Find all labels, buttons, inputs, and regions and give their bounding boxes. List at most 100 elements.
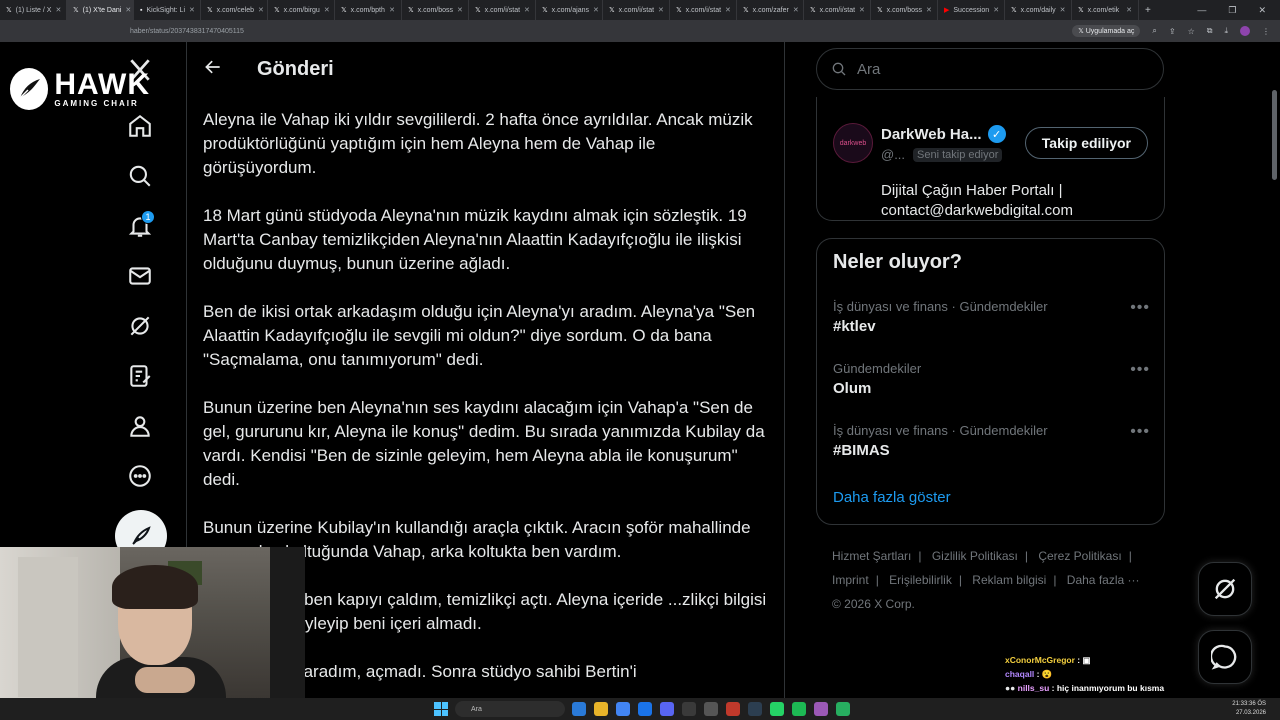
footer-link-imprint[interactable]: Imprint xyxy=(832,573,869,587)
back-arrow-icon[interactable] xyxy=(203,57,223,82)
close-icon[interactable]: ✕ xyxy=(189,6,195,14)
tab-x[interactable]: 𝕏x.com/bpth ✕ xyxy=(335,0,402,20)
url-text[interactable]: haber/status/2037438317470405115 xyxy=(130,28,244,35)
taskbar-app-icon[interactable] xyxy=(638,702,652,716)
nav-profile[interactable] xyxy=(115,404,165,448)
tab-x[interactable]: 𝕏x.com/i/stat ✕ xyxy=(469,0,536,20)
nav-messages[interactable] xyxy=(115,254,165,298)
hawk-wordmark: HAWK GAMING CHAIR xyxy=(54,70,150,108)
download-icon[interactable]: ⤓ xyxy=(1224,26,1228,36)
account-avatar[interactable]: darkweb xyxy=(833,123,873,163)
footer-link-terms[interactable]: Hizmet Şartları xyxy=(832,549,911,563)
close-icon[interactable]: ✕ xyxy=(389,6,395,14)
x-logo-icon: 𝕏 xyxy=(542,7,548,14)
close-icon[interactable]: ✕ xyxy=(926,6,932,14)
footer-link-privacy[interactable]: Gizlilik Politikası xyxy=(932,549,1018,563)
footer-row: Hizmet Şartları | Gizlilik Politikası | Çe… xyxy=(832,544,1152,568)
taskbar-app-icon[interactable] xyxy=(682,702,696,716)
taskbar-search[interactable]: Ara xyxy=(455,701,565,717)
extensions-icon[interactable]: ⧉ xyxy=(1207,26,1213,36)
zoom-icon[interactable]: ⌕ xyxy=(1152,26,1156,36)
spotify-icon[interactable] xyxy=(792,702,806,716)
close-icon[interactable]: ✕ xyxy=(524,6,530,14)
tab-x[interactable]: 𝕏x.com/ajans ✕ xyxy=(536,0,603,20)
taskbar-app-icon[interactable] xyxy=(748,702,762,716)
account-name[interactable]: DarkWeb Ha... ✓ xyxy=(881,125,1006,143)
nav-grok[interactable] xyxy=(115,304,165,348)
tab-kicksight[interactable]: ▪ KickSight: Li ✕ xyxy=(134,0,201,20)
tab-x[interactable]: 𝕏x.com/daily ✕ xyxy=(1005,0,1072,20)
tab-x[interactable]: 𝕏x.com/celeb ✕ xyxy=(201,0,268,20)
tab-x[interactable]: 𝕏x.com/i/stat ✕ xyxy=(804,0,871,20)
close-icon[interactable]: ✕ xyxy=(859,6,865,14)
bookmark-star-icon[interactable]: ☆ xyxy=(1188,27,1195,36)
nav-explore[interactable] xyxy=(115,154,165,198)
close-icon[interactable]: ✕ xyxy=(1060,6,1066,14)
close-icon[interactable]: ✕ xyxy=(457,6,463,14)
tab-x[interactable]: 𝕏x.com/i/stat ✕ xyxy=(603,0,670,20)
windows-taskbar: Ara 21:33:36 ÖS 27.03.2026 xyxy=(0,698,1280,720)
discord-icon[interactable] xyxy=(660,702,674,716)
trend-item[interactable]: İş dünyası ve finans · Gündemdekiler #BI… xyxy=(833,423,1150,459)
tab-list[interactable]: 𝕏 (1) Liste / X ✕ xyxy=(0,0,67,20)
close-icon[interactable]: ✕ xyxy=(593,6,599,14)
minimize-icon[interactable]: — xyxy=(1197,5,1206,16)
taskbar-app-icon[interactable] xyxy=(836,702,850,716)
close-icon[interactable]: ✕ xyxy=(658,6,664,14)
share-icon[interactable]: ⇪ xyxy=(1169,27,1176,36)
menu-dots-icon[interactable]: ⋮ xyxy=(1262,27,1270,36)
tab-x[interactable]: 𝕏x.com/zafer ✕ xyxy=(737,0,804,20)
close-icon[interactable]: ✕ xyxy=(793,6,799,14)
folder-icon[interactable] xyxy=(594,702,608,716)
scrollbar-thumb[interactable] xyxy=(1272,90,1277,180)
tab-x[interactable]: 𝕏x.com/etik ✕ xyxy=(1072,0,1139,20)
clock-date: 27.03.2026 xyxy=(1235,710,1266,716)
maximize-icon[interactable]: ❐ xyxy=(1228,5,1236,16)
chrome-icon[interactable] xyxy=(616,702,630,716)
taskbar-app-icon[interactable] xyxy=(704,702,718,716)
close-icon[interactable]: ✕ xyxy=(993,6,999,14)
taskbar-clock[interactable]: 21:33:36 ÖS 27.03.2026 xyxy=(1232,700,1266,718)
footer-link-more[interactable]: Daha fazla ··· xyxy=(1067,573,1140,587)
close-window-icon[interactable]: ✕ xyxy=(1258,5,1266,16)
more-dots-icon[interactable]: ••• xyxy=(1130,423,1150,441)
close-icon[interactable]: ✕ xyxy=(55,6,61,14)
taskbar-app-icon[interactable] xyxy=(814,702,828,716)
footer-link-ads-info[interactable]: Reklam bilgisi xyxy=(972,573,1046,587)
close-icon[interactable]: ✕ xyxy=(1126,6,1132,14)
x-logo-icon: 𝕏 xyxy=(73,7,79,14)
profile-avatar[interactable] xyxy=(1240,26,1250,36)
nav-lists[interactable] xyxy=(115,354,165,398)
nav-notifications[interactable]: 1 xyxy=(115,204,165,248)
close-icon[interactable]: ✕ xyxy=(258,6,264,14)
nav-more[interactable] xyxy=(115,454,165,498)
footer-link-accessibility[interactable]: Erişilebilirlik xyxy=(889,573,952,587)
tab-active-post[interactable]: 𝕏 (1) X'te Dani ✕ xyxy=(67,0,134,20)
trend-item[interactable]: İş dünyası ve finans · Gündemdekiler #kt… xyxy=(833,299,1150,335)
more-dots-icon[interactable]: ••• xyxy=(1130,361,1150,379)
tab-label: x.com/daily xyxy=(1020,6,1056,14)
taskbar-app-icon[interactable] xyxy=(726,702,740,716)
close-icon[interactable]: ✕ xyxy=(725,6,731,14)
tab-x[interactable]: 𝕏x.com/birgu ✕ xyxy=(268,0,335,20)
tab-label: (1) Liste / X xyxy=(15,6,52,14)
taskbar-app-icon[interactable] xyxy=(572,702,586,716)
close-icon[interactable]: ✕ xyxy=(125,6,131,14)
whatsapp-icon[interactable] xyxy=(770,702,784,716)
following-button[interactable]: Takip ediliyor xyxy=(1024,127,1148,159)
grok-float-button[interactable] xyxy=(1198,562,1252,616)
tab-x[interactable]: 𝕏x.com/boss ✕ xyxy=(402,0,469,20)
tab-x[interactable]: 𝕏x.com/i/stat ✕ xyxy=(670,0,737,20)
tab-youtube[interactable]: ▶ Succession ✕ xyxy=(938,0,1005,20)
open-in-app-button[interactable]: 𝕏 Uygulamada aç xyxy=(1072,25,1141,37)
windows-start-icon[interactable] xyxy=(434,702,448,716)
footer-link-cookies[interactable]: Çerez Politikası xyxy=(1038,549,1121,563)
show-more-link[interactable]: Daha fazla göster xyxy=(833,489,951,506)
search-bar[interactable] xyxy=(816,48,1164,90)
new-tab-button[interactable]: + xyxy=(1145,5,1151,16)
close-icon[interactable]: ✕ xyxy=(324,6,330,14)
tab-x[interactable]: 𝕏x.com/boss ✕ xyxy=(871,0,938,20)
trend-item[interactable]: Gündemdekiler Olum ••• xyxy=(833,361,1150,397)
search-input[interactable] xyxy=(857,60,1137,78)
more-dots-icon[interactable]: ••• xyxy=(1130,299,1150,317)
